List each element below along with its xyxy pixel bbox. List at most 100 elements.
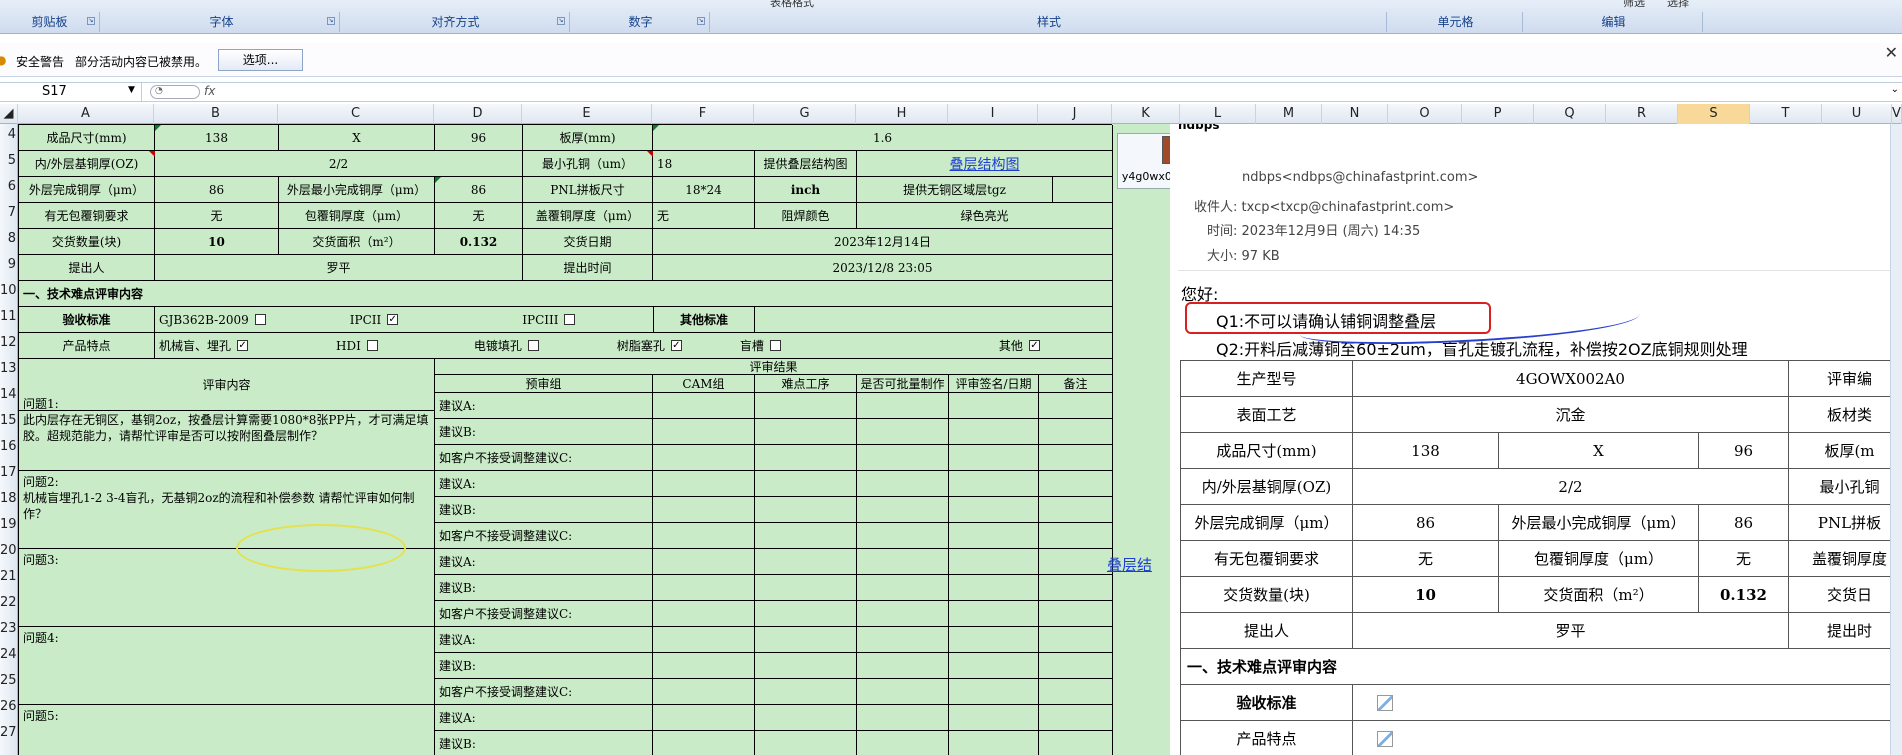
checkbox-hdi[interactable] [366,340,378,351]
stack-diagram-side-link[interactable]: 叠层结 [1107,554,1152,575]
cell[interactable]: 提出时间 [523,255,653,281]
result-cell[interactable] [1039,393,1113,419]
checkbox-ipciii[interactable] [564,314,576,325]
row-header[interactable]: 5 [0,153,18,168]
result-cell[interactable] [949,419,1039,445]
result-cell[interactable] [755,549,857,575]
filter-label[interactable]: 筛选 [1623,0,1645,10]
result-cell[interactable] [857,549,949,575]
cell[interactable]: inch [755,177,857,203]
row-header[interactable]: 22 [0,595,18,610]
cell[interactable]: 提供叠层结构图 [755,151,857,177]
note-header[interactable]: 备注 [1039,375,1113,393]
row-header[interactable]: 12 [0,335,18,350]
cell[interactable]: 外层最小完成铜厚（μm） [279,177,435,203]
cell[interactable]: 96 [435,125,523,151]
column-header-m[interactable]: M [1256,104,1322,124]
name-box[interactable]: S17 [0,83,142,101]
result-cell[interactable] [1039,445,1113,471]
result-cell[interactable] [949,471,1039,497]
checkbox-mechanical-blind-via[interactable]: ✓ [237,340,249,351]
result-cell[interactable] [857,497,949,523]
features-cell[interactable]: 机械盲、埋孔 ✓ HDI 电镀填孔 树脂塞孔 ✓ 盲槽 其他 ✓ [155,333,1113,359]
result-cell[interactable] [857,523,949,549]
cell[interactable]: 最小孔铜（um） [523,151,653,177]
row-header[interactable]: 15 [0,413,18,428]
column-header-o[interactable]: O [1388,104,1462,124]
cell[interactable]: 10 [155,229,279,255]
cell[interactable] [755,307,1113,333]
spreadsheet-grid[interactable]: 4 5 6 7 8 9 10 11 12 13 14 15 16 17 18 1… [0,124,1170,755]
column-header-g[interactable]: G [754,104,856,124]
cell[interactable]: 提供无铜区域层tgz [857,177,1053,203]
result-cell[interactable] [755,627,857,653]
dialog-launcher-icon[interactable]: ↘ [557,17,565,25]
row-header[interactable]: 16 [0,439,18,454]
to-address[interactable]: txcp<txcp@chinafastprint.com> [1242,200,1455,215]
suggestion-cell[interactable]: 建议A: [435,705,653,731]
result-cell[interactable] [857,575,949,601]
ribbon-group-editing[interactable]: 编辑 [1525,12,1703,32]
row-header[interactable]: 21 [0,569,18,584]
suggestion-cell[interactable]: 建议B: [435,731,653,755]
cell[interactable]: X [279,125,435,151]
cell[interactable]: 其他标准 [653,307,755,333]
from-address[interactable]: ndbps<ndbps@chinafastprint.com> [1242,170,1478,185]
result-cell[interactable] [755,705,857,731]
result-cell[interactable] [857,471,949,497]
suggestion-cell[interactable]: 如客户不接受调整建议C: [435,679,653,705]
stack-diagram-link[interactable]: 叠层结构图 [950,154,1020,174]
result-cell[interactable] [1039,705,1113,731]
result-cell[interactable] [755,393,857,419]
ribbon-group-styles[interactable]: 样式 [712,12,1387,32]
formula-zoom-control[interactable]: ◔ [150,85,200,99]
result-cell[interactable] [1039,601,1113,627]
result-cell[interactable] [949,445,1039,471]
result-cell[interactable] [755,601,857,627]
chevron-down-icon[interactable]: ▼ [128,85,135,95]
checkbox-other[interactable]: ✓ [1028,340,1040,351]
stack-diagram-link-cell[interactable]: 叠层结构图 [857,151,1113,177]
suggestion-cell[interactable]: 建议A: [435,393,653,419]
cell[interactable]: 交货数量(块) [19,229,155,255]
result-cell[interactable] [949,731,1039,755]
result-cell[interactable] [755,445,857,471]
result-cell[interactable] [653,731,755,755]
cell[interactable]: 2023年12月14日 [653,229,1113,255]
result-cell[interactable] [1039,575,1113,601]
column-header-v[interactable]: V [1892,104,1902,124]
checkbox-resin-plug[interactable]: ✓ [670,340,682,351]
row-header[interactable]: 19 [0,517,18,532]
standards-cell[interactable]: GJB362B-2009 IPCII ✓ IPCIII [155,307,679,333]
result-cell[interactable] [857,445,949,471]
result-cell[interactable] [949,523,1039,549]
checkbox-plating-fill[interactable] [527,340,539,351]
column-header-t[interactable]: T [1750,104,1822,124]
row-header[interactable]: 20 [0,543,18,558]
dialog-launcher-icon[interactable]: ↘ [697,17,705,25]
row-header[interactable]: 10 [0,283,18,298]
column-header-r[interactable]: R [1606,104,1678,124]
cell[interactable]: 产品特点 [19,333,155,359]
result-cell[interactable] [653,705,755,731]
fx-icon[interactable]: fx [204,84,215,98]
row-header[interactable]: 9 [0,257,18,272]
row-header[interactable]: 25 [0,673,18,688]
suggestion-cell[interactable]: 建议A: [435,471,653,497]
result-cell[interactable] [1039,419,1113,445]
options-button[interactable]: 选项... [218,49,303,71]
row-header[interactable]: 4 [0,127,18,142]
result-cell[interactable] [653,523,755,549]
cell[interactable]: 0.132 [435,229,523,255]
result-cell[interactable] [653,653,755,679]
question-cell[interactable]: 问题4: [19,627,435,705]
table-format-label[interactable]: 表格格式 [770,0,814,10]
row-header[interactable]: 18 [0,491,18,506]
result-cell[interactable] [857,601,949,627]
result-cell[interactable] [653,627,755,653]
result-cell[interactable] [755,575,857,601]
suggestion-cell[interactable]: 建议B: [435,575,653,601]
suggestion-cell[interactable]: 建议B: [435,653,653,679]
column-header-p[interactable]: P [1462,104,1534,124]
result-cell[interactable] [857,393,949,419]
